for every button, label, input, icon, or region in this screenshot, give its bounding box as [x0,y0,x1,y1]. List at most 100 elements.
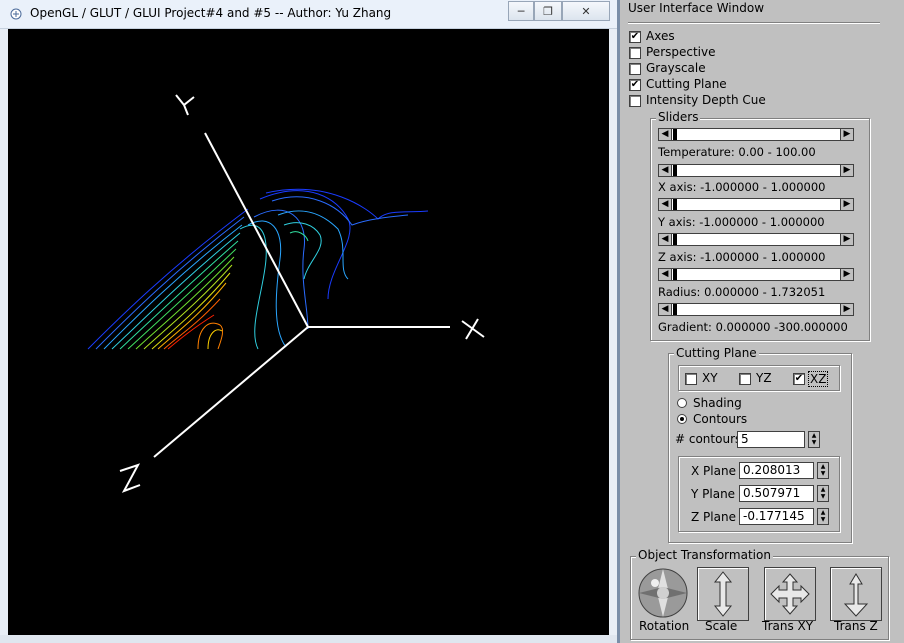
option-label: Cutting Plane [646,77,727,91]
slider-label: Temperature: 0.00 - 100.00 [658,145,816,159]
x-plane-input[interactable]: 0.208013 [739,462,814,479]
z-plane-spinner[interactable]: ▲ ▼ [817,508,829,525]
title-bar[interactable]: OpenGL / GLUT / GLUI Project#4 and #5 --… [0,0,617,29]
restore-icon: ❐ [543,4,553,18]
axes [119,94,485,493]
radio-button[interactable] [677,414,687,424]
contour-lines [87,188,429,350]
checkbox[interactable] [629,95,641,107]
z-axis-glyph [119,463,141,493]
spin-up-icon[interactable]: ▲ [818,463,828,470]
slider-handle[interactable] [673,304,677,315]
app-icon [10,8,22,20]
close-button[interactable]: ✕ [562,1,610,21]
slider-left-arrow[interactable]: ◀ [658,198,672,211]
trans-xy-button[interactable] [764,567,816,621]
trans-xy-label: Trans XY [762,619,814,633]
slider-z-axis[interactable]: ◀ ▶ [658,233,858,246]
cutting-plane-panel-title: Cutting Plane [674,346,759,360]
slider-handle[interactable] [673,129,677,140]
checkmark-icon: ✔ [794,373,804,384]
slider-track[interactable] [658,128,844,141]
spin-down-icon[interactable]: ▼ [818,470,828,477]
slider-right-arrow[interactable]: ▶ [840,268,854,281]
slider-right-arrow[interactable]: ▶ [840,303,854,316]
checkbox[interactable]: ✔ [629,31,641,43]
option-label: Axes [646,29,675,43]
slider-gradient[interactable]: ◀ ▶ [658,303,858,316]
slider-handle[interactable] [673,165,677,176]
slider-y-axis[interactable]: ◀ ▶ [658,198,858,211]
separator [628,22,880,24]
slider-label: X axis: -1.000000 - 1.000000 [658,180,826,194]
object-transformation-title: Object Transformation [636,548,773,562]
slider-handle[interactable] [673,234,677,245]
scale-button[interactable] [697,567,749,621]
radio-label: Shading [693,396,742,410]
slider-track[interactable] [658,164,844,177]
slider-handle[interactable] [673,199,677,210]
trans-z-label: Trans Z [834,619,878,633]
spin-down-icon[interactable]: ▼ [818,516,828,523]
slider-label: Y axis: -1.000000 - 1.000000 [658,215,825,229]
x-plane-label: X Plane [691,464,736,478]
contours-count-input[interactable]: 5 [737,431,805,448]
z-plane-input[interactable]: -0.177145 [739,508,814,525]
slider-left-arrow[interactable]: ◀ [658,303,672,316]
spin-down-icon[interactable]: ▼ [809,439,819,446]
gl-canvas[interactable] [8,29,609,635]
y-plane-spinner[interactable]: ▲ ▼ [817,485,829,502]
slider-label: Gradient: 0.000000 -300.000000 [658,320,848,334]
maximize-button[interactable]: ❐ [534,1,562,21]
slider-track[interactable] [658,233,844,246]
checkbox[interactable] [629,63,641,75]
z-axis-line [153,326,309,458]
option-label: Grayscale [646,61,706,75]
x-plane-spinner[interactable]: ▲ ▼ [817,462,829,479]
plane-label: YZ [756,371,772,385]
radio-button[interactable] [677,398,687,408]
slider-left-arrow[interactable]: ◀ [658,164,672,177]
slider-right-arrow[interactable]: ▶ [840,128,854,141]
contours-spinner[interactable]: ▲ ▼ [808,431,820,448]
slider-track[interactable] [658,303,844,316]
slider-left-arrow[interactable]: ◀ [658,268,672,281]
checkbox[interactable] [685,373,697,385]
option-label: Perspective [646,45,716,59]
contours-count-label: # contours [675,432,742,446]
slider-right-arrow[interactable]: ▶ [840,164,854,177]
slider-right-arrow[interactable]: ▶ [840,198,854,211]
slider-left-arrow[interactable]: ◀ [658,128,672,141]
slider-left-arrow[interactable]: ◀ [658,233,672,246]
minimize-button[interactable]: ─ [508,1,534,21]
scale-label: Scale [705,619,738,633]
rotation-ball-icon [638,568,688,618]
checkbox[interactable]: ✔ [629,79,641,91]
window-bottom-edge [0,635,617,643]
spin-down-icon[interactable]: ▼ [818,493,828,500]
spin-up-icon[interactable]: ▲ [818,509,828,516]
checkbox[interactable] [629,47,641,59]
slider-track[interactable] [658,198,844,211]
rotation-label: Rotation [639,619,690,633]
rotation-button[interactable] [637,567,689,619]
opengl-window: OpenGL / GLUT / GLUI Project#4 and #5 --… [0,0,617,643]
y-axis-glyph [175,94,195,116]
slider-temperature[interactable]: ◀ ▶ [658,128,858,141]
slider-right-arrow[interactable]: ▶ [840,233,854,246]
radio-dot [680,417,684,421]
slider-label: Z axis: -1.000000 - 1.000000 [658,250,826,264]
checkbox[interactable]: ✔ [793,373,805,385]
spin-up-icon[interactable]: ▲ [818,486,828,493]
spin-up-icon[interactable]: ▲ [809,432,819,439]
checkbox[interactable] [739,373,751,385]
slider-radius[interactable]: ◀ ▶ [658,268,858,281]
y-plane-input[interactable]: 0.507971 [739,485,814,502]
trans-z-button[interactable] [830,567,882,621]
minimize-icon: ─ [517,4,525,18]
slider-label: Radius: 0.000000 - 1.732051 [658,285,826,299]
checkmark-icon: ✔ [630,31,640,42]
slider-x-axis[interactable]: ◀ ▶ [658,164,858,177]
slider-track[interactable] [658,268,844,281]
slider-handle[interactable] [673,269,677,280]
